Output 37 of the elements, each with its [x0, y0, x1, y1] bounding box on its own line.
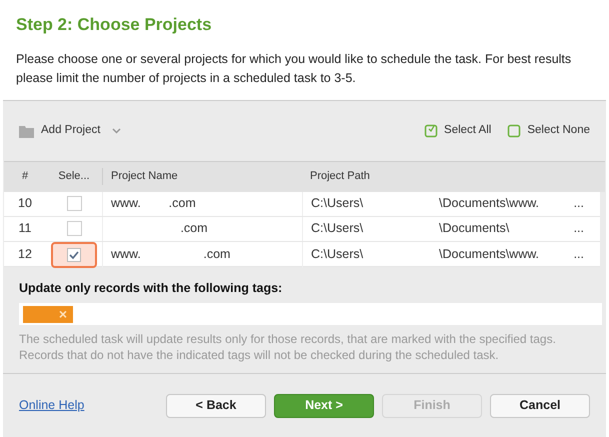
- dialog-button[interactable]: < Back: [166, 394, 266, 418]
- checkbox[interactable]: [66, 221, 82, 236]
- caret-icon[interactable]: [112, 128, 122, 134]
- select-none-button[interactable]: Select None: [507, 122, 590, 140]
- column-header: Project Name: [102, 168, 302, 185]
- project-path: C:\Users\: [311, 220, 364, 238]
- column-header: #: [20, 169, 30, 184]
- row-number: 11: [18, 220, 32, 238]
- project-path: \Documents\www.: [439, 195, 540, 212]
- project-path: \Documents\: [439, 220, 510, 238]
- tags-label: Update only records with the following tags:: [19, 280, 284, 297]
- project-path: C:\Users\: [311, 195, 364, 212]
- row-number: 10: [17, 195, 33, 212]
- more-button[interactable]: ...: [574, 219, 600, 238]
- checklist-icon: [424, 123, 438, 138]
- project-path: C:\Users\: [311, 246, 364, 264]
- project-name: .com: [102, 216, 302, 240]
- row-number: 12: [17, 246, 33, 264]
- project-path: \Documents\www.: [439, 246, 540, 264]
- folder-icon: [19, 124, 35, 138]
- step-title: Step 2: Choose Projects: [16, 14, 213, 36]
- more-button[interactable]: ...: [574, 194, 600, 213]
- project-name: www. .com: [102, 242, 302, 268]
- checklist-icon: [507, 123, 522, 138]
- add-project-button[interactable]: Add Project: [19, 122, 100, 140]
- online-help-link[interactable]: Online Help: [19, 396, 84, 415]
- checkbox[interactable]: [51, 242, 97, 268]
- dialog-button[interactable]: Cancel: [490, 394, 590, 418]
- more-button[interactable]: ...: [574, 245, 600, 264]
- project-name: www. .com: [102, 192, 302, 216]
- column-header: Sele...: [57, 169, 91, 184]
- tags-note: The scheduled task will update results only for those records, that are marked with the specified tags. Records that do not have the indicated tags will not be checked during the scheduled task.: [19, 331, 557, 364]
- checkbox[interactable]: [66, 196, 82, 211]
- checkmark-icon: [67, 248, 81, 262]
- column-header: Project Path: [309, 169, 371, 184]
- description: Please choose one or several projects for which you would like to schedule the task. For best results please limit the number of projects in a scheduled task to 3-5.: [16, 50, 572, 87]
- select-all-button[interactable]: Select All: [424, 122, 492, 140]
